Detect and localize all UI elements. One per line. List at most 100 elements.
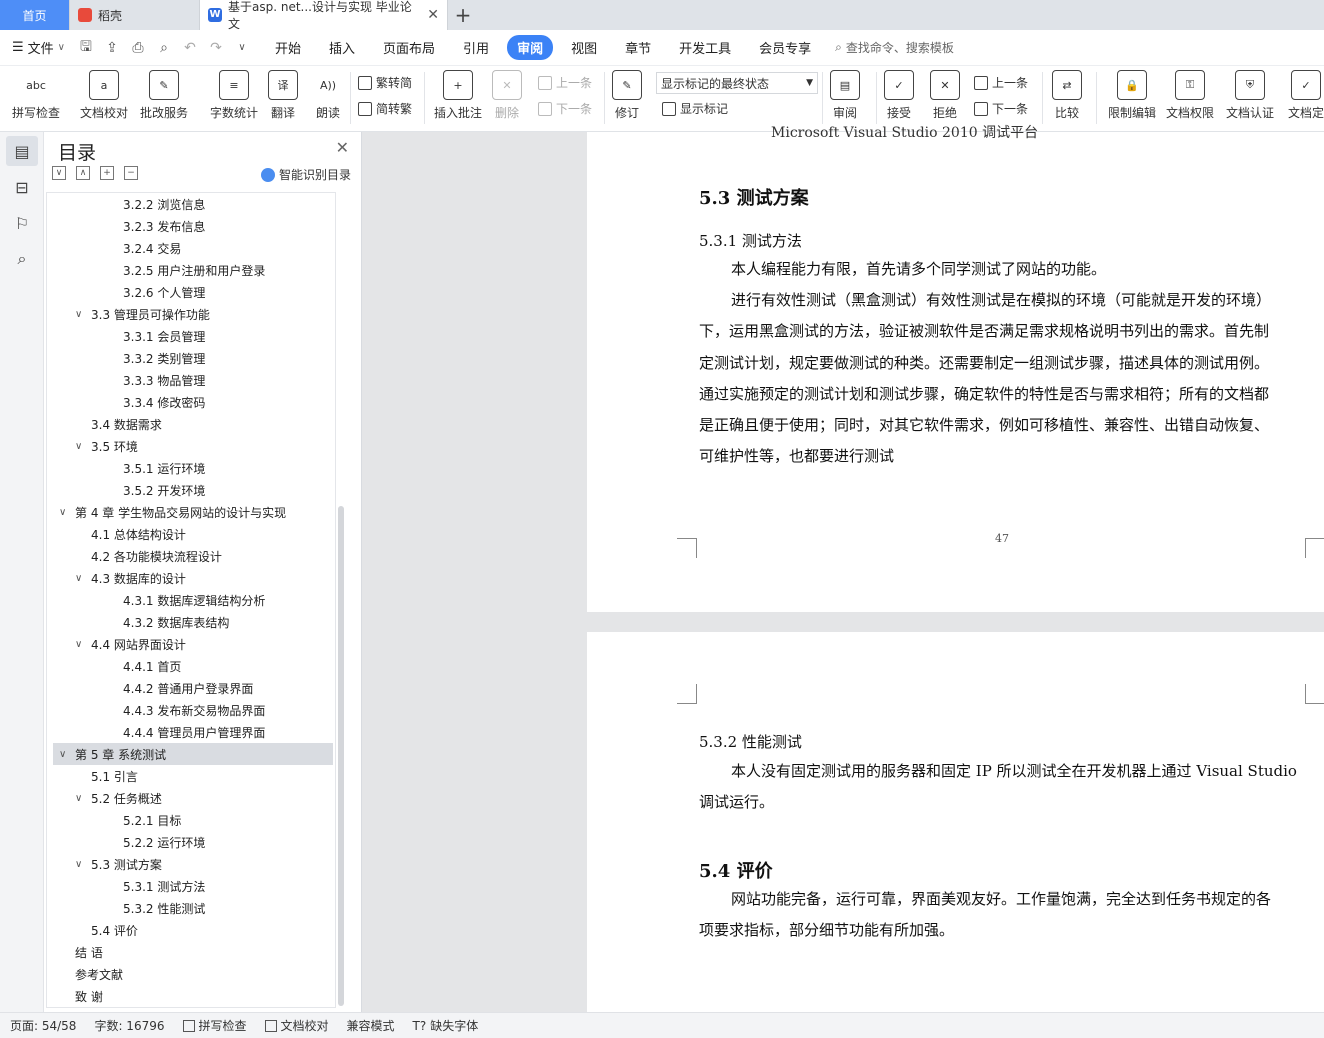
next-comment-button[interactable]: 下一条 [538,100,592,117]
toc-item[interactable]: ∨ 3.3 管理员可操作功能 [47,303,335,325]
toc-item[interactable]: 5.2.2 运行环境 [47,831,335,853]
menu-insert[interactable]: 插入 [319,35,365,60]
accept-button[interactable]: ✓ 接受 [884,70,914,121]
missing-font-button[interactable]: T? 缺失字体 [413,1017,479,1034]
customize-icon[interactable]: ∨ [233,42,251,53]
chevron-down-icon[interactable]: ∨ [75,639,89,650]
doc-finalize-button[interactable]: ✓ 文档定 [1288,70,1324,121]
bookmark-icon[interactable]: ⚐ [6,208,38,238]
word-count-indicator[interactable]: 字数: 16796 [94,1017,164,1034]
toc-item[interactable]: ∨ 5.3 测试方案 [47,853,335,875]
restrict-editing-button[interactable]: 🔒 限制编辑 [1108,70,1156,121]
menu-home[interactable]: 开始 [265,35,311,60]
toc-item[interactable]: 5.4 评价 [47,919,335,941]
export-icon[interactable]: ⇪ [103,40,121,56]
page-indicator[interactable]: 页面: 54/58 [10,1017,76,1034]
chevron-down-icon[interactable]: ∨ [75,309,89,320]
toc-item[interactable]: 5.3.1 测试方法 [47,875,335,897]
prev-comment-button[interactable]: 上一条 [538,74,592,91]
tab-docer[interactable]: 稻壳 [70,0,200,30]
doc-proof-button[interactable]: a 文档校对 [80,70,128,121]
chevron-down-icon[interactable]: ∨ [75,793,89,804]
batch-service-button[interactable]: ✎ 批改服务 [140,70,188,121]
undo-icon[interactable]: ↶ [181,40,199,56]
toc-item[interactable]: 3.5.1 运行环境 [47,457,335,479]
chevron-down-icon[interactable]: ∨ [59,749,73,760]
translate-button[interactable]: 译 翻译 [268,70,298,121]
toc-item[interactable]: 3.3.2 类别管理 [47,347,335,369]
toc-item[interactable]: 4.4.1 首页 [47,655,335,677]
chevron-down-icon[interactable]: ∨ [75,859,89,870]
toc-item[interactable]: 4.2 各功能模块流程设计 [47,545,335,567]
toc-item[interactable]: 5.1 引言 [47,765,335,787]
toc-item[interactable]: 3.4 数据需求 [47,413,335,435]
print-icon[interactable]: ⎙ [129,40,147,56]
toc-item[interactable]: 参考文献 [47,963,335,985]
status-doc-proof[interactable]: 文档校对 [264,1017,329,1034]
simp-to-trad-button[interactable]: 简转繁 [358,100,412,117]
toc-item[interactable]: 4.4.3 发布新交易物品界面 [47,699,335,721]
toc-item[interactable]: 5.2.1 目标 [47,809,335,831]
toc-panel-icon[interactable]: ▤ [6,136,38,166]
toc-item[interactable]: ∨ 3.5 环境 [47,435,335,457]
markup-display-select[interactable]: 显示标记的最终状态 ▼ [656,72,818,94]
show-markup-button[interactable]: 显示标记 [662,100,728,117]
word-count-button[interactable]: ≡ 字数统计 [210,70,258,121]
delete-comment-button[interactable]: ✕ 删除 [492,70,522,121]
toc-item[interactable]: 3.5.2 开发环境 [47,479,335,501]
toc-item[interactable]: 5.3.2 性能测试 [47,897,335,919]
toc-item[interactable]: 4.4.2 普通用户登录界面 [47,677,335,699]
toc-item[interactable]: 4.1 总体结构设计 [47,523,335,545]
add-heading-icon[interactable]: + [100,166,114,180]
tab-home[interactable]: 首页 [0,0,70,30]
smart-toc-button[interactable]: 智能识别目录 [260,166,351,183]
next-change-button[interactable]: 下一条 [974,100,1028,117]
trad-to-simp-button[interactable]: 繁转简 [358,74,412,91]
command-search[interactable]: ⌕ 查找命令、搜索模板 [835,39,954,56]
toc-item[interactable]: 致 谢 [47,985,335,1007]
chevron-down-icon[interactable]: ∨ [75,441,89,452]
toc-item[interactable]: ∨ 第 5 章 系统测试 [53,743,333,765]
toc-item[interactable]: 3.3.4 修改密码 [47,391,335,413]
menu-section[interactable]: 章节 [615,35,661,60]
chevron-down-icon[interactable]: ∨ [75,573,89,584]
menu-review[interactable]: 审阅 [507,35,554,60]
collapse-all-icon[interactable]: ∨ [52,166,66,180]
doc-rights-button[interactable]: ⚿ 文档权限 [1166,70,1214,121]
toc-item[interactable]: 4.3.2 数据库表结构 [47,611,335,633]
toc-item[interactable]: 3.2.4 交易 [47,237,335,259]
menu-member[interactable]: 会员专享 [749,35,821,60]
close-icon[interactable]: ✕ [336,138,349,157]
reject-button[interactable]: ✕ 拒绝 [930,70,960,121]
toc-item[interactable]: ∨ 第 4 章 学生物品交易网站的设计与实现 [47,501,335,523]
insert-comment-button[interactable]: + 插入批注 [434,70,482,121]
menu-view[interactable]: 视图 [561,35,607,60]
toc-item[interactable]: 结 语 [47,941,335,963]
menu-page-layout[interactable]: 页面布局 [373,35,445,60]
toc-item[interactable]: ∨ 4.3 数据库的设计 [47,567,335,589]
track-changes-button[interactable]: ✎ 修订 [612,70,642,121]
close-tab-icon[interactable]: ✕ [427,7,439,23]
toc-scrollbar[interactable] [338,506,344,1006]
menu-developer[interactable]: 开发工具 [669,35,741,60]
new-tab-button[interactable]: + [448,0,478,30]
review-pane-button[interactable]: ▤ 审阅 [830,70,860,121]
print-preview-icon[interactable]: ⌕ [155,40,173,56]
toc-item[interactable]: 3.2.5 用户注册和用户登录 [47,259,335,281]
file-menu[interactable]: ☰ 文件 ∨ [12,38,65,57]
toc-item[interactable]: ∨ 5.2 任务概述 [47,787,335,809]
chapter-nav-icon[interactable]: ⊟ [6,172,38,202]
expand-all-icon[interactable]: ∧ [76,166,90,180]
toc-item[interactable]: 3.3.3 物品管理 [47,369,335,391]
toc-item[interactable]: ∨ 4.4 网站界面设计 [47,633,335,655]
status-spell-check[interactable]: 拼写检查 [182,1017,247,1034]
toc-item[interactable]: 4.3.1 数据库逻辑结构分析 [47,589,335,611]
read-aloud-button[interactable]: A)) 朗读 [313,70,343,121]
chevron-down-icon[interactable]: ∨ [59,507,73,518]
search-icon[interactable]: ⌕ [6,244,38,274]
redo-icon[interactable]: ↷ [207,40,225,56]
remove-heading-icon[interactable]: − [124,166,138,180]
toc-item[interactable]: 3.2.6 个人管理 [47,281,335,303]
menu-references[interactable]: 引用 [453,35,499,60]
tab-document[interactable]: W 基于asp. net...设计与实现 毕业论文 ✕ [200,0,448,31]
